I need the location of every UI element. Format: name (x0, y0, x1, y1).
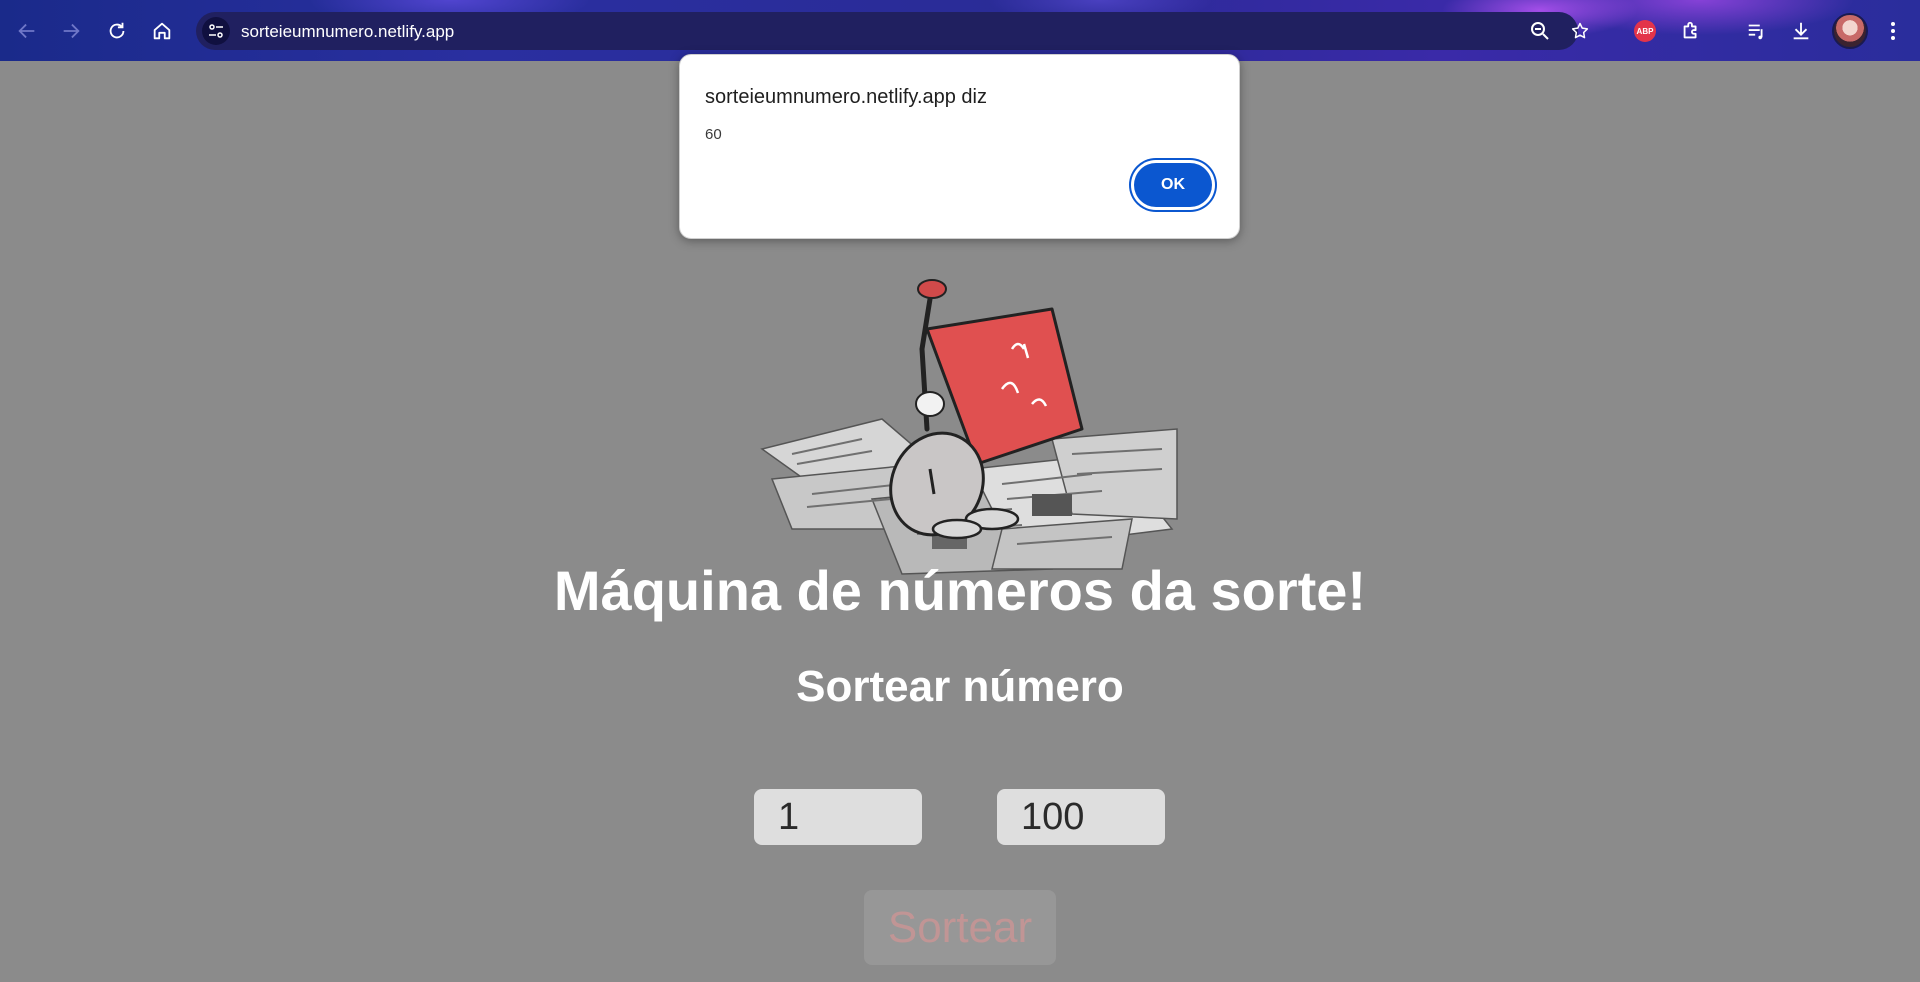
forward-button[interactable] (53, 13, 89, 49)
playlist-icon (1748, 24, 1763, 40)
url-text[interactable]: sorteieumnumero.netlify.app (241, 22, 454, 42)
site-settings-icon (209, 24, 223, 38)
dialog-title: sorteieumnumero.netlify.app diz (705, 86, 987, 108)
avatar[interactable] (1832, 13, 1868, 49)
page-title: Máquina de números da sorte! (553, 559, 1367, 622)
home-icon (153, 22, 171, 40)
kebab-menu-icon (1891, 22, 1895, 40)
abp-extension-icon: ABP (1634, 20, 1656, 42)
adblock-extension-button[interactable]: ABP (1631, 17, 1659, 45)
home-button[interactable] (144, 13, 180, 49)
site-info-button[interactable] (202, 17, 230, 45)
download-icon (1793, 22, 1809, 40)
browser-menu-button[interactable] (1879, 17, 1907, 45)
min-number-input[interactable] (754, 789, 922, 845)
browser-toolbar: sorteieumnumero.netlify.app ABP (0, 0, 1920, 61)
media-button[interactable] (1743, 17, 1771, 45)
arrow-right-icon (63, 23, 80, 39)
ok-button[interactable]: OK (1134, 163, 1212, 207)
extensions-button[interactable] (1677, 17, 1705, 45)
star-icon (1571, 22, 1589, 39)
reload-button[interactable] (99, 13, 135, 49)
dialog-message: 60 (705, 126, 722, 143)
address-bar[interactable]: sorteieumnumero.netlify.app (196, 12, 1589, 50)
draw-button[interactable]: Sortear (864, 890, 1056, 965)
puzzle-icon (1683, 21, 1697, 39)
max-number-input[interactable] (997, 789, 1165, 845)
arrow-left-icon (18, 23, 35, 39)
zoom-button[interactable] (1528, 19, 1552, 43)
alert-dialog: sorteieumnumero.netlify.app diz 60 OK (679, 54, 1240, 239)
reload-icon (109, 22, 125, 39)
page-subtitle: Sortear número (796, 662, 1124, 711)
downloads-button[interactable] (1787, 17, 1815, 45)
mascot-illustration (760, 279, 1178, 575)
bookmark-button[interactable] (1568, 19, 1592, 43)
zoom-out-icon (1531, 22, 1549, 40)
back-button[interactable] (9, 13, 45, 49)
